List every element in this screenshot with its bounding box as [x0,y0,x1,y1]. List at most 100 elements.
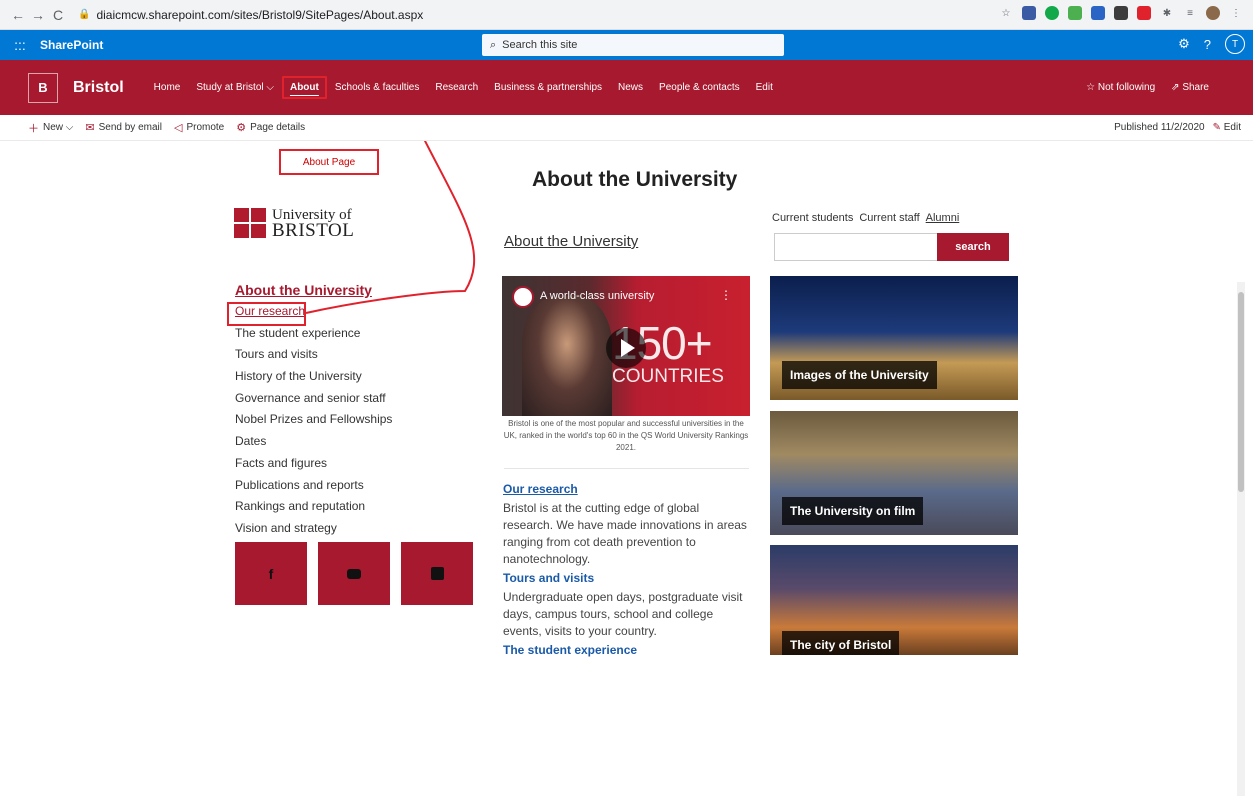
published-date: Published 11/2/2020 [1114,122,1205,133]
annotation-about-page: About Page [279,149,379,175]
gear-icon: ⚙ [236,122,247,134]
edit-page-button[interactable]: ✎ Edit [1213,122,1241,133]
nav-study-at-bristol[interactable]: Study at Bristol ⌵ [188,82,282,93]
nav-news[interactable]: News [610,82,651,93]
new-button[interactable]: ＋ New ⌵ [28,120,73,136]
search-placeholder: Search this site [502,39,578,51]
pencil-icon: ✎ [1212,122,1221,133]
nav-edit[interactable]: Edit [748,82,781,93]
scrollbar-thumb[interactable] [1238,292,1244,492]
mail-icon: ✉ [85,122,95,134]
megaphone-icon: ◁ [173,122,183,134]
follow-button[interactable]: ☆ Not following [1086,82,1155,93]
site-search-box[interactable]: ⌕ Search this site [482,34,784,56]
channel-logo-icon [512,286,534,308]
promote-button[interactable]: ◁ Promote [174,121,224,134]
video-title: A world-class university [540,290,655,302]
extension-icon[interactable] [1114,6,1128,20]
extension-icon[interactable] [1045,6,1059,20]
puzzle-icon[interactable]: ✱ [1160,6,1174,20]
more-options-icon[interactable]: ⋮ [720,288,732,302]
left-menu-item[interactable]: Nobel Prizes and Fellowships [235,409,392,431]
page-details-button[interactable]: ⚙ Page details [236,121,305,134]
tile-images[interactable]: Images of the University [770,276,1018,400]
profile-icon[interactable] [1206,6,1220,20]
tile-label: Images of the University [782,361,937,389]
our-research-link[interactable]: Our research [503,482,751,496]
page-scrollbar[interactable] [1237,282,1245,796]
tile-film[interactable]: The University on film [770,411,1018,535]
extensions-area: ☆ ✱ ≡ ⋮ [999,6,1243,20]
left-menu-item[interactable]: Governance and senior staff [235,388,392,410]
command-bar: ＋ New ⌵ ✉ Send by email ◁ Promote ⚙ Page det… [0,115,1253,141]
play-icon[interactable] [606,328,646,368]
section-heading[interactable]: About the University [504,233,638,250]
nav-about[interactable]: About [281,76,327,99]
sharepoint-title[interactable]: SharePoint [40,38,103,52]
menu-icon[interactable]: ⋮ [1229,6,1243,20]
search-form: search [774,233,1009,261]
search-input[interactable] [774,233,937,261]
extension-icon[interactable] [1068,6,1082,20]
social-links: f [235,542,473,605]
youtube-icon[interactable] [318,542,390,605]
facebook-icon[interactable]: f [235,542,307,605]
nav-business-partnerships[interactable]: Business & partnerships [486,82,610,93]
video-overlay-text: COUNTRIES [612,366,724,387]
site-logo[interactable]: B [28,72,58,103]
publish-info: Published 11/2/2020 ✎ Edit [1114,122,1241,133]
suite-right-actions: ⚙ ? T [1178,34,1245,54]
extension-icon[interactable] [1022,6,1036,20]
send-by-email-button[interactable]: ✉ Send by email [85,121,162,134]
research-description: Bristol is at the cutting edge of global… [503,501,747,566]
university-logo[interactable]: University of BRISTOL [234,208,355,241]
left-menu-item[interactable]: Dates [235,431,392,453]
bookmark-star-icon[interactable]: ☆ [999,6,1013,20]
video-caption: Bristol is one of the most popular and s… [503,419,749,452]
left-menu-title[interactable]: About the University [235,282,392,298]
current-staff-link[interactable]: Current staff [859,212,919,224]
avatar[interactable]: T [1225,34,1245,54]
nav-home[interactable]: Home [146,82,189,93]
video-player[interactable]: A world-class university ⋮ 150+ COUNTRIE… [502,276,750,416]
back-icon[interactable]: ← [8,7,28,23]
current-students-link[interactable]: Current students [772,212,853,224]
tile-city[interactable]: The city of Bristol [770,545,1018,655]
help-icon[interactable]: ? [1204,37,1211,52]
search-icon: ⌕ [490,38,497,51]
site-navigation: Home Study at Bristol ⌵ About Schools & … [146,76,781,99]
alumni-link[interactable]: Alumni [926,212,960,224]
nav-schools-faculties[interactable]: Schools & faculties [327,82,428,93]
reload-icon[interactable]: C [48,7,68,23]
university-crest-icon [234,208,266,238]
tours-description: Undergraduate open days, postgraduate vi… [503,590,743,638]
video-thumbnail [522,296,612,416]
left-menu-item[interactable]: Rankings and reputation [235,496,392,518]
extension-icon[interactable] [1137,6,1151,20]
linkedin-icon[interactable] [401,542,473,605]
logo-line2: BRISTOL [272,220,355,241]
left-menu-item[interactable]: Publications and reports [235,475,392,497]
audience-links: Current students Current staff Alumni [772,212,959,224]
share-button[interactable]: ⇗ Share [1171,82,1209,93]
extension-icon[interactable] [1091,6,1105,20]
lock-icon: 🔒 [78,9,91,20]
suite-bar: ::: SharePoint ⌕ Search this site ⚙ ? T [0,30,1253,60]
header-actions: ☆ Not following ⇗ Share [1086,82,1209,93]
tile-label: The University on film [782,497,924,525]
tile-label: The city of Bristol [782,631,900,655]
left-menu-item[interactable]: History of the University [235,366,392,388]
reading-list-icon[interactable]: ≡ [1183,6,1197,20]
settings-gear-icon[interactable]: ⚙ [1178,36,1190,52]
nav-people-contacts[interactable]: People & contacts [651,82,748,93]
left-menu-item[interactable]: Facts and figures [235,453,392,475]
tours-visits-link[interactable]: Tours and visits [503,571,751,585]
site-name[interactable]: Bristol [73,79,124,97]
nav-research[interactable]: Research [427,82,486,93]
left-menu-item[interactable]: Tours and visits [235,344,392,366]
forward-icon[interactable]: → [28,7,48,23]
search-button[interactable]: search [937,233,1009,261]
app-launcher-icon[interactable]: ::: [0,37,40,53]
left-menu-item[interactable]: Vision and strategy [235,518,392,540]
address-bar[interactable]: 🔒 diaicmcw.sharepoint.com/sites/Bristol9… [78,8,423,22]
